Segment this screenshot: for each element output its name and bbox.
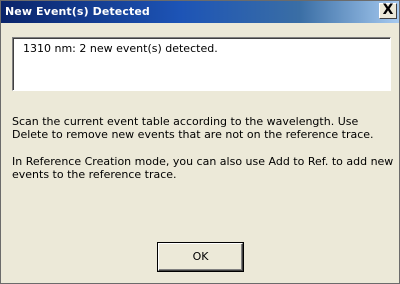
close-button[interactable]: X (379, 2, 397, 19)
window-title: New Event(s) Detected (5, 5, 150, 18)
instruction-text-reference: In Reference Creation mode, you can also… (12, 155, 394, 181)
message-box: 1310 nm: 2 new event(s) detected. (12, 37, 391, 91)
ok-button[interactable]: OK (158, 243, 243, 271)
detected-events-message: 1310 nm: 2 new event(s) detected. (23, 42, 218, 55)
title-bar[interactable]: New Event(s) Detected X (1, 1, 399, 23)
dialog-window: New Event(s) Detected X 1310 nm: 2 new e… (0, 0, 400, 284)
close-icon: X (382, 2, 394, 18)
instruction-text-scan: Scan the current event table according t… (12, 115, 374, 141)
